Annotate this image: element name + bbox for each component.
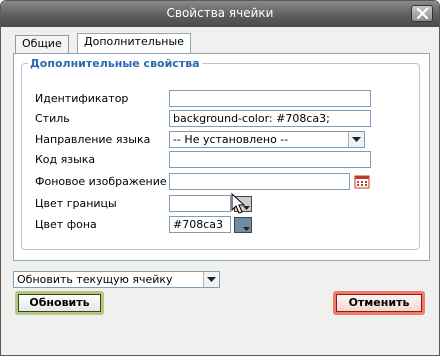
bgimage-label: Фоновое изображение xyxy=(35,175,167,188)
update-scope-select[interactable]: Обновить текущую ячейку xyxy=(13,271,220,288)
tab-advanced[interactable]: Дополнительные xyxy=(77,33,191,54)
id-label: Идентификатор xyxy=(35,92,129,105)
direction-label: Направление языка xyxy=(35,133,151,146)
cell-properties-dialog: Свойства ячейки Общие Дополнительные Доп… xyxy=(0,0,440,356)
cancel-button[interactable]: Отменить xyxy=(333,291,425,315)
border-color-input[interactable] xyxy=(169,195,231,212)
lang-code-input[interactable] xyxy=(169,151,371,168)
close-icon xyxy=(416,8,429,19)
direction-value: -- Не установлено -- xyxy=(173,133,289,146)
close-button[interactable] xyxy=(411,5,433,22)
tab-general[interactable]: Общие xyxy=(15,35,69,53)
chevron-down-icon[interactable] xyxy=(348,132,364,147)
bg-image-input[interactable] xyxy=(169,173,350,190)
dialog-title: Свойства ячейки xyxy=(166,6,274,20)
title-bar[interactable]: Свойства ячейки xyxy=(1,1,439,27)
id-input[interactable] xyxy=(169,90,371,107)
style-input[interactable]: background-color: #708ca3; xyxy=(169,110,371,127)
bg-color-label: Цвет фона xyxy=(35,218,97,231)
advanced-properties-fieldset: Дополнительные свойства Идентификатор Ст… xyxy=(21,57,420,250)
fieldset-legend: Дополнительные свойства xyxy=(30,57,200,70)
advanced-panel: Дополнительные свойства Идентификатор Ст… xyxy=(13,53,430,261)
border-color-label: Цвет границы xyxy=(35,197,117,210)
browse-image-icon[interactable] xyxy=(354,174,371,190)
bg-color-input[interactable]: #708ca3 xyxy=(169,216,231,233)
style-label: Стиль xyxy=(35,112,70,125)
direction-select[interactable]: -- Не установлено -- xyxy=(169,131,365,148)
update-scope-value: Обновить текущую ячейку xyxy=(17,273,173,286)
update-button[interactable]: Обновить xyxy=(15,291,104,315)
bg-color-picker[interactable] xyxy=(234,217,252,233)
lang-label: Код языка xyxy=(35,153,96,166)
mouse-cursor-icon xyxy=(231,193,246,214)
chevron-down-icon[interactable] xyxy=(203,272,219,287)
